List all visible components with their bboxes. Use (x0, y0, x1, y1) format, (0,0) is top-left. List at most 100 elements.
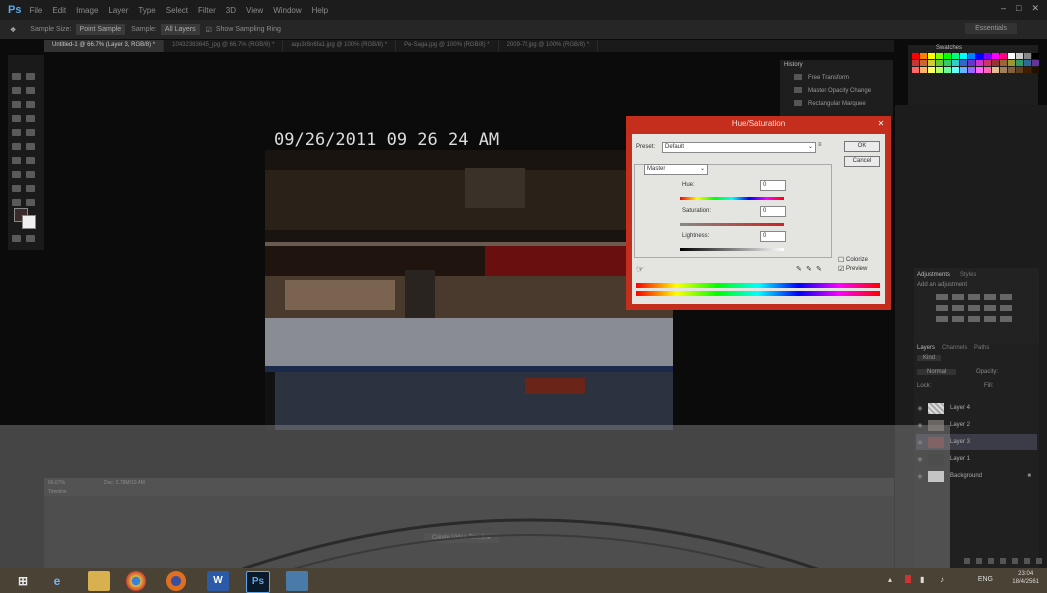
blur-tool-icon[interactable] (12, 157, 21, 164)
levels-icon[interactable] (952, 294, 964, 300)
color-swatch[interactable] (912, 67, 919, 73)
language-indicator[interactable]: ENG (978, 576, 993, 583)
paths-tab[interactable]: Paths (974, 345, 989, 351)
color-swatch[interactable] (1008, 67, 1015, 73)
color-swatch[interactable] (984, 60, 991, 66)
menu-image[interactable]: Image (76, 6, 98, 15)
channels-tab[interactable]: Channels (942, 345, 967, 351)
eyedropper-tool-icon[interactable] (26, 101, 35, 108)
color-swatch[interactable] (976, 60, 983, 66)
invert-icon[interactable] (936, 316, 948, 322)
new-layer-icon[interactable] (1024, 558, 1030, 564)
firefox-icon[interactable] (166, 571, 186, 591)
color-swatch[interactable] (952, 67, 959, 73)
preview-checkbox[interactable]: ☑ (838, 265, 844, 273)
file-explorer-icon[interactable] (88, 571, 110, 591)
color-swatch[interactable] (960, 60, 967, 66)
color-swatch[interactable] (912, 60, 919, 66)
color-swatch[interactable] (992, 53, 999, 59)
swatch-grid[interactable] (912, 53, 1039, 73)
tab-doc-2[interactable]: 10432383645_jpg @ 66.7% (RGB/8) * (164, 40, 284, 52)
menu-edit[interactable]: Edit (52, 6, 66, 15)
saturation-slider[interactable] (680, 223, 784, 226)
color-swatch[interactable] (944, 67, 951, 73)
hue-sat-icon[interactable] (936, 305, 948, 311)
preset-options-icon[interactable]: ≡ (818, 142, 822, 148)
healing-tool-icon[interactable] (12, 115, 21, 122)
styles-tab[interactable]: Styles (960, 272, 976, 278)
color-swatch[interactable] (928, 60, 935, 66)
tab-untitled-1[interactable]: Untitled-1 @ 66.7% (Layer 3, RGB/8) * (44, 40, 165, 52)
adjustments-tab[interactable]: Adjustments (917, 272, 950, 278)
channel-mixer-icon[interactable] (1000, 305, 1012, 311)
channel-select[interactable]: Master ⌄ (644, 164, 708, 175)
photo-filter-icon[interactable] (984, 305, 996, 311)
link-layers-icon[interactable] (964, 558, 970, 564)
maximize-icon[interactable]: □ (1016, 3, 1021, 14)
menu-file[interactable]: File (29, 6, 42, 15)
network-icon[interactable]: ▮ (920, 575, 924, 584)
color-swatch[interactable] (944, 53, 951, 59)
tab-doc-5[interactable]: 2009-7f.jpg @ 100% (RGB/8) * (499, 40, 599, 52)
close-icon[interactable]: ✕ (1031, 3, 1039, 14)
color-swatch[interactable] (920, 53, 927, 59)
sample-select[interactable]: All Layers (160, 24, 200, 35)
color-swatch[interactable] (944, 60, 951, 66)
hue-slider[interactable] (680, 197, 784, 200)
app-icon[interactable] (286, 571, 308, 591)
crop-tool-icon[interactable] (12, 101, 21, 108)
menu-layer[interactable]: Layer (108, 6, 128, 15)
eyedropper-icon[interactable]: ✎ (796, 265, 802, 273)
new-fill-icon[interactable] (1000, 558, 1006, 564)
eraser-tool-icon[interactable] (12, 143, 21, 150)
color-swatch[interactable] (936, 67, 943, 73)
color-swatch[interactable] (968, 67, 975, 73)
exposure-icon[interactable] (984, 294, 996, 300)
eyedropper-minus-icon[interactable]: ✎ (816, 265, 822, 273)
eyedropper-tool-icon[interactable]: ❖ (10, 26, 16, 34)
color-swatch[interactable] (936, 60, 943, 66)
curves-icon[interactable] (968, 294, 980, 300)
windows-start-icon[interactable]: ⊞ (12, 571, 34, 591)
lightness-value-input[interactable]: 0 (760, 231, 786, 242)
color-swatch[interactable] (1008, 60, 1015, 66)
layers-tab[interactable]: Layers (917, 345, 935, 351)
pen-tool-icon[interactable] (12, 171, 21, 178)
lasso-tool-icon[interactable] (12, 87, 21, 94)
color-swatch[interactable] (1024, 60, 1031, 66)
close-icon[interactable]: ✕ (875, 118, 887, 129)
background-color-swatch[interactable] (22, 215, 36, 229)
menu-type[interactable]: Type (138, 6, 155, 15)
vibrance-icon[interactable] (1000, 294, 1012, 300)
blend-mode-select[interactable]: Normal (917, 369, 957, 375)
kind-filter[interactable]: Kind (917, 355, 942, 361)
brightness-icon[interactable] (936, 294, 948, 300)
menu-filter[interactable]: Filter (198, 6, 216, 15)
hand-adjust-icon[interactable]: ☞ (636, 264, 644, 275)
threshold-icon[interactable] (968, 316, 980, 322)
color-swatch[interactable] (1000, 60, 1007, 66)
color-swatch[interactable] (992, 60, 999, 66)
color-swatch[interactable] (960, 53, 967, 59)
minimize-icon[interactable]: – (1001, 3, 1006, 14)
add-mask-icon[interactable] (988, 558, 994, 564)
color-swatch[interactable] (952, 53, 959, 59)
history-item[interactable]: Free Transform (808, 75, 849, 81)
color-swatch[interactable] (976, 67, 983, 73)
visibility-eye-icon[interactable]: ◉ (916, 405, 924, 412)
color-swatch[interactable] (992, 67, 999, 73)
brush-tool-icon[interactable] (26, 115, 35, 122)
tab-doc-4[interactable]: Pe-Saga.jpg @ 100% (RGB/8) * (396, 40, 499, 52)
hue-value-input[interactable]: 0 (760, 180, 786, 191)
color-swatch[interactable] (1008, 53, 1015, 59)
add-style-icon[interactable] (976, 558, 982, 564)
lightness-slider[interactable] (680, 248, 784, 251)
tab-doc-3[interactable]: aqu3r8n6fa1.jpg @ 100% (RGB/8) * (283, 40, 397, 52)
color-swatch[interactable] (928, 67, 935, 73)
menu-view[interactable]: View (246, 6, 263, 15)
path-select-tool-icon[interactable] (12, 185, 21, 192)
color-swatch[interactable] (1032, 53, 1039, 59)
colorize-checkbox[interactable]: ☐ (838, 256, 844, 264)
new-group-icon[interactable] (1012, 558, 1018, 564)
word-icon[interactable]: W (207, 571, 229, 591)
